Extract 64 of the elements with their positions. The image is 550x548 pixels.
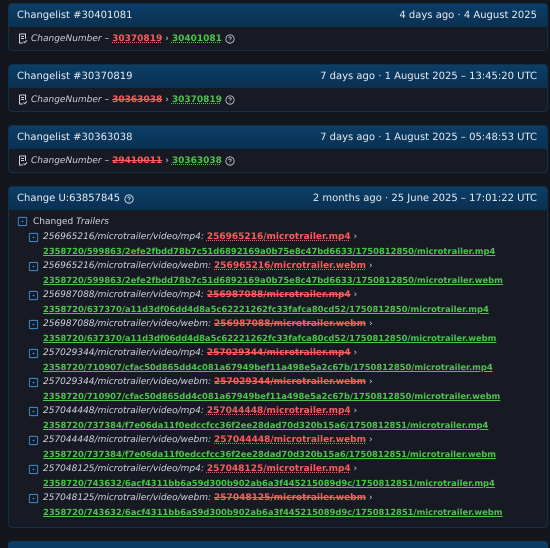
arrow-separator: › <box>369 319 373 329</box>
trailer-key: 257048125/microtrailer/video/webm: <box>43 493 212 503</box>
changelist-title: Changelist #30401081 <box>17 10 132 21</box>
old-value: 256987088/microtrailer.mp4 <box>206 290 351 300</box>
arrow-separator: › <box>165 34 169 44</box>
arrow-separator: › <box>354 290 358 300</box>
arrow-separator: › <box>354 348 358 358</box>
timestamp: 7 days ago · 1 August 2025 – 13:45:20 UTC <box>320 71 537 82</box>
trailer-key: 256987088/microtrailer/video/webm: <box>43 319 212 329</box>
trailer-key: 257029344/microtrailer/video/mp4: <box>43 348 204 358</box>
trailer-key: 257048125/microtrailer/video/mp4: <box>43 464 204 474</box>
arrow-separator: › <box>354 232 358 242</box>
trailer-key: 257029344/microtrailer/video/webm: <box>43 377 212 387</box>
new-value-link[interactable]: 2358720/637370/a11d3df06dd4d8a5c62221262fc33fafca80cd52/1750812850/microtrailer.webm <box>43 333 496 343</box>
old-value: 257029344/microtrailer.mp4 <box>206 348 351 358</box>
arrow-separator: › <box>165 156 169 166</box>
timestamp: 7 days ago · 1 August 2025 – 05:48:53 UTC <box>320 132 537 143</box>
changelist-title: Changelist #30370819 <box>17 71 132 82</box>
new-value: 30363038 <box>172 156 222 166</box>
old-value: 257048125/microtrailer.mp4 <box>206 464 351 474</box>
old-value: 257044448/microtrailer.webm <box>214 435 366 445</box>
field-name: ChangeNumber <box>31 156 102 166</box>
arrow-separator: › <box>354 406 358 416</box>
new-value-link[interactable]: 2358720/710907/cfac50d865dd4c081a67949bef11a498e5a2c67b/1750812850/microtrailer.webm <box>43 391 500 401</box>
field-name: ChangeNumber <box>31 34 102 44</box>
arrow-separator: › <box>369 435 373 445</box>
trailer-key: 256987088/microtrailer/video/mp4: <box>43 290 204 300</box>
change-title: Change U:63857845 <box>17 193 120 204</box>
new-value-link[interactable]: 2358720/737384/f7e06da11f0edccfcc36f2ee28dad70d320b15a6/1750812851/microtrailer.mp4 <box>43 420 488 430</box>
trailer-key: 256965216/microtrailer/video/mp4: <box>43 232 204 242</box>
trailer-key: 257044448/microtrailer/video/mp4: <box>43 406 204 416</box>
new-value: 30401081 <box>172 34 222 44</box>
timestamp: 2 months ago · 25 June 2025 – 17:01:22 UTC <box>312 193 537 204</box>
group-label: Changed Trailers <box>33 216 109 226</box>
separator: – <box>104 94 110 104</box>
old-value: 257044448/microtrailer.mp4 <box>206 406 351 416</box>
new-value-link[interactable]: 2358720/737384/f7e06da11f0edccfcc36f2ee28dad70d320b15a6/1750812851/microtrailer.webm <box>43 449 496 459</box>
new-value-link[interactable]: 2358720/710907/cfac50d865dd4c081a67949bef11a498e5a2c67b/1750812850/microtrailer.mp4 <box>43 362 493 372</box>
separator: – <box>104 156 110 166</box>
new-value-link[interactable]: 2358720/743632/6acf4311bb6a59d300b902ab6a3f445215089d9c/1750812851/microtrailer.mp4 <box>43 478 495 488</box>
arrow-separator: › <box>369 493 373 503</box>
arrow-separator: › <box>165 94 169 104</box>
new-value: 30370819 <box>172 94 222 104</box>
old-value: 256965216/microtrailer.mp4 <box>206 232 351 242</box>
old-value: 257029344/microtrailer.webm <box>214 377 366 387</box>
new-value-link[interactable]: 2358720/743632/6acf4311bb6a59d300b902ab6a3f445215089d9c/1750812851/microtrailer.webm <box>43 507 502 517</box>
old-value: 257048125/microtrailer.webm <box>214 493 366 503</box>
arrow-separator: › <box>369 261 373 271</box>
separator: – <box>104 34 110 44</box>
field-name: ChangeNumber <box>31 94 102 104</box>
trailer-key: 256965216/microtrailer/video/webm: <box>43 261 212 271</box>
old-value: 256965216/microtrailer.webm <box>214 261 366 271</box>
arrow-separator: › <box>369 377 373 387</box>
new-value-link[interactable]: 2358720/637370/a11d3df06dd4d8a5c62221262fc33fafca80cd52/1750812850/microtrailer.mp4 <box>43 304 489 314</box>
changelist-title: Changelist #30363038 <box>17 132 132 143</box>
trailer-key: 257044448/microtrailer/video/webm: <box>43 435 212 445</box>
old-value: 256987088/microtrailer.webm <box>214 319 366 329</box>
old-value: 30370819 <box>112 34 162 44</box>
old-value: 29410011 <box>112 156 162 166</box>
timestamp: 4 days ago · 4 August 2025 <box>399 10 537 21</box>
new-value-link[interactable]: 2358720/599863/2efe2fbdd78b7c51d6892169a0b75e8c47bd6633/1750812850/microtrailer.mp4 <box>43 246 496 256</box>
old-value: 30363038 <box>112 94 162 104</box>
arrow-separator: › <box>354 464 358 474</box>
new-value-link[interactable]: 2358720/599863/2efe2fbdd78b7c51d6892169a0b75e8c47bd6633/1750812850/microtrailer.webm <box>43 275 503 285</box>
